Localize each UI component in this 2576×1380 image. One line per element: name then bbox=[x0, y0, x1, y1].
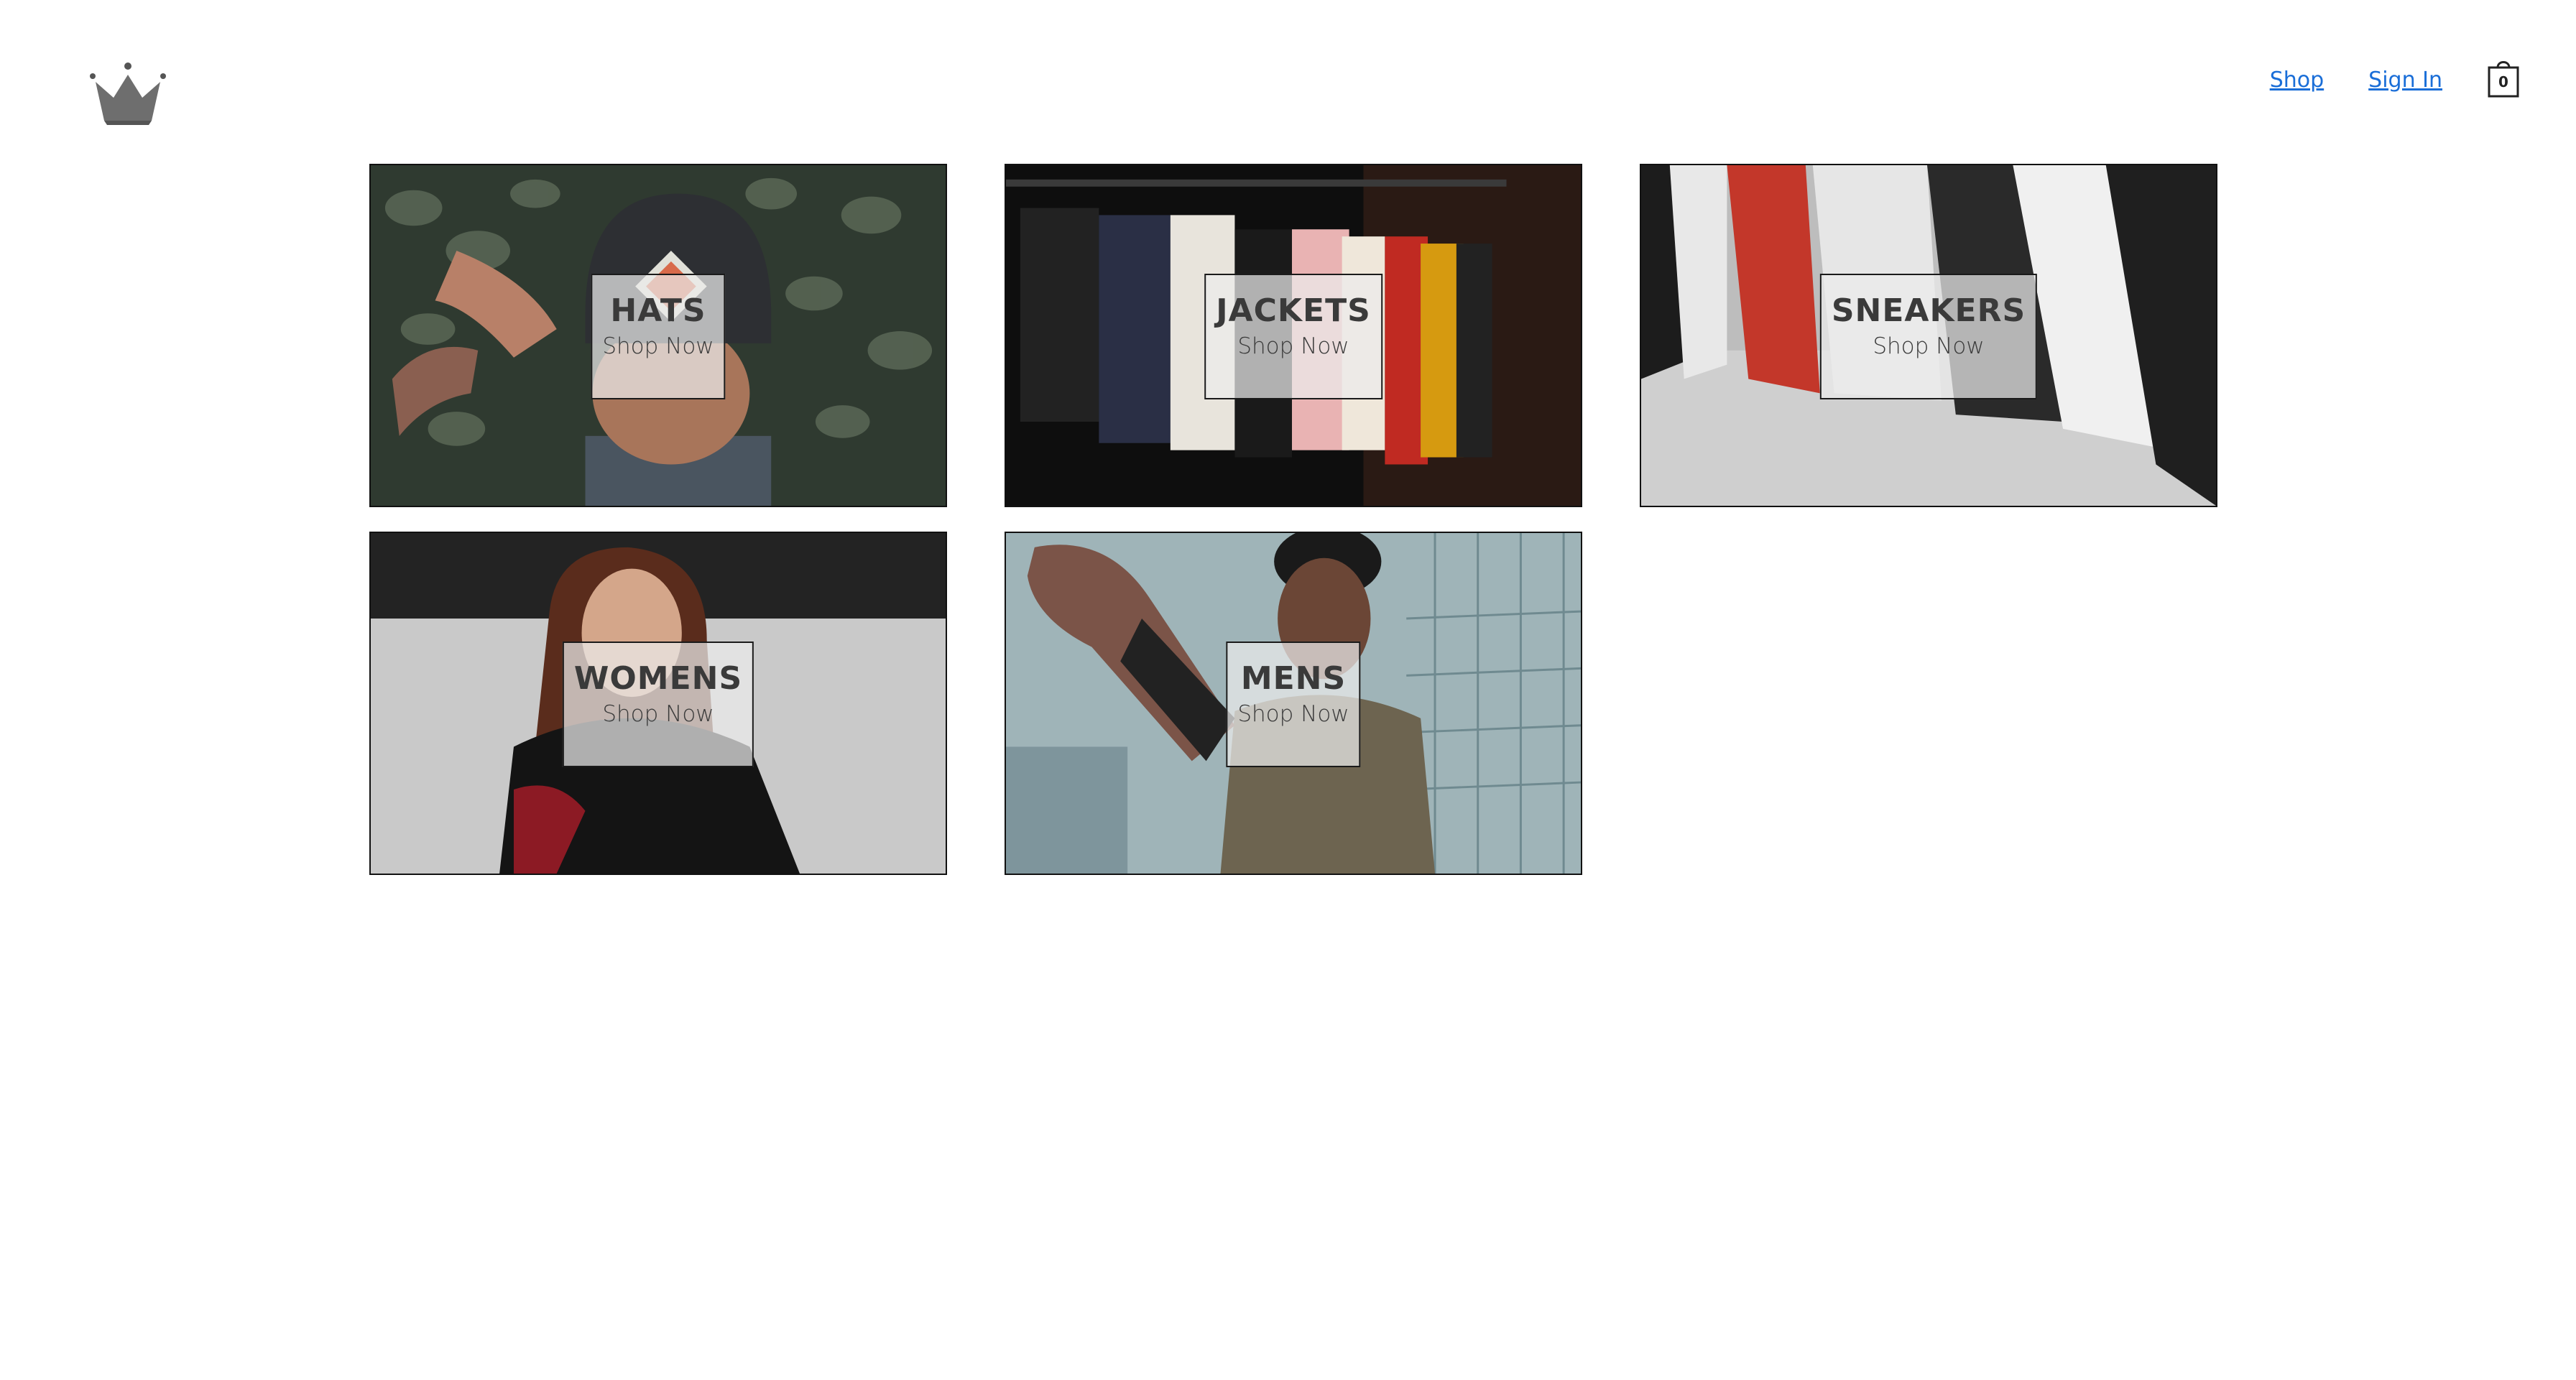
hats-label: HATS Shop Now bbox=[591, 274, 726, 399]
category-tile-womens[interactable]: WOMENS Shop Now bbox=[369, 532, 947, 875]
category-tile-sneakers[interactable]: SNEAKERS Shop Now bbox=[1640, 164, 2217, 507]
category-tile-mens[interactable]: MENS Shop Now bbox=[1005, 532, 1582, 875]
jackets-label: JACKETS Shop Now bbox=[1204, 274, 1382, 399]
cart-item-count: 0 bbox=[2498, 73, 2508, 91]
header-nav: Shop Sign In 0 bbox=[2270, 56, 2520, 103]
shop-now-text: Shop Now bbox=[1237, 333, 1349, 359]
category-title: HATS bbox=[610, 292, 706, 329]
category-title: JACKETS bbox=[1216, 292, 1371, 329]
category-title: MENS bbox=[1240, 660, 1347, 697]
category-tile-hats[interactable]: HATS Shop Now bbox=[369, 164, 947, 507]
shop-now-text: Shop Now bbox=[1873, 333, 1985, 359]
shop-now-text: Shop Now bbox=[1237, 701, 1349, 727]
cart-button[interactable]: 0 bbox=[2487, 57, 2520, 98]
sneakers-label: SNEAKERS Shop Now bbox=[1819, 274, 2038, 399]
homepage: Shop Sign In 0 HATS Shop Now JACKETS Sho… bbox=[0, 0, 2576, 1380]
category-tile-jackets[interactable]: JACKETS Shop Now bbox=[1005, 164, 1582, 507]
mens-label: MENS Shop Now bbox=[1226, 642, 1361, 767]
shop-now-text: Shop Now bbox=[602, 333, 714, 359]
sign-in-link[interactable]: Sign In bbox=[2368, 68, 2442, 93]
category-title: SNEAKERS bbox=[1831, 292, 2026, 329]
shop-link[interactable]: Shop bbox=[2270, 68, 2324, 93]
category-title: WOMENS bbox=[573, 660, 743, 697]
crown-icon[interactable] bbox=[88, 60, 167, 126]
womens-label: WOMENS Shop Now bbox=[562, 642, 754, 767]
shop-now-text: Shop Now bbox=[602, 701, 714, 727]
